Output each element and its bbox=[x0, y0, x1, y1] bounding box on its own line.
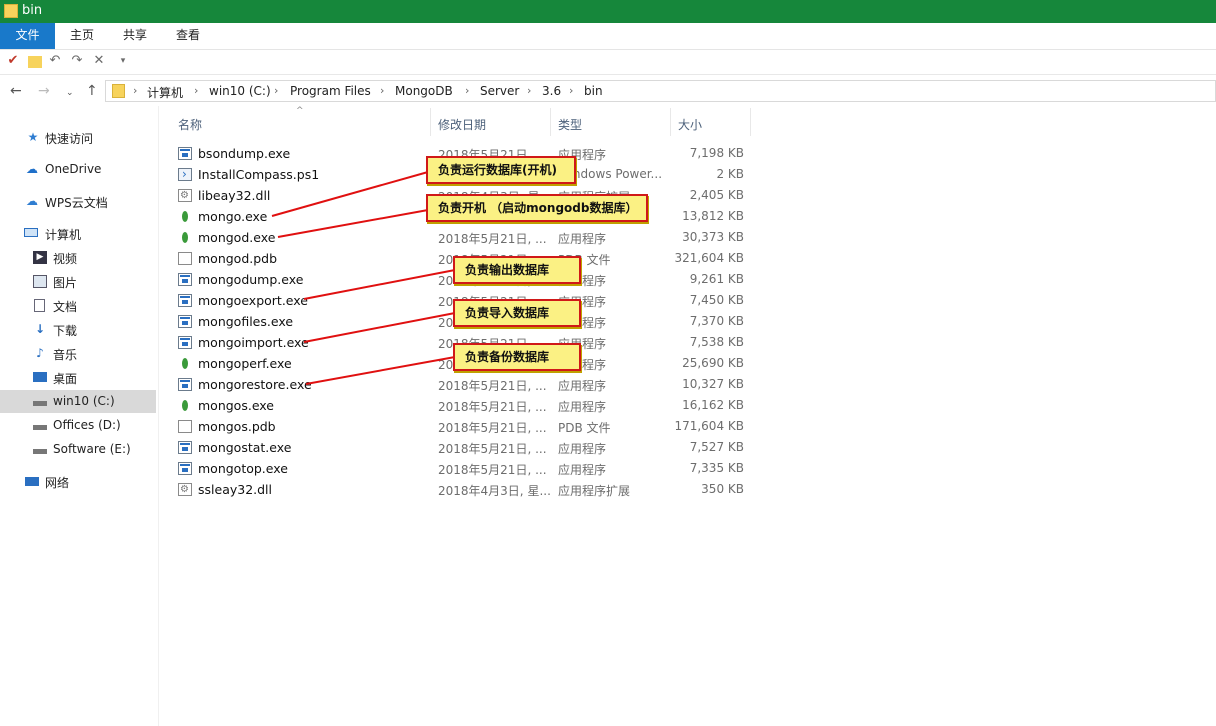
annotation-mongoimport: 负责导入数据库 bbox=[453, 299, 581, 327]
annotation-mongod: 负责开机 （启动mongodb数据库） bbox=[426, 194, 648, 222]
annotation-mongo: 负责运行数据库(开机) bbox=[426, 156, 576, 184]
callout-line bbox=[271, 171, 429, 217]
callout-line bbox=[305, 356, 456, 385]
callout-line bbox=[277, 209, 429, 238]
annotation-mongorestore: 负责备份数据库 bbox=[453, 343, 581, 371]
callout-lines bbox=[271, 171, 456, 385]
callout-line bbox=[303, 269, 456, 300]
callout-line bbox=[303, 312, 456, 343]
annotation-mongoexport: 负责输出数据库 bbox=[453, 256, 581, 284]
